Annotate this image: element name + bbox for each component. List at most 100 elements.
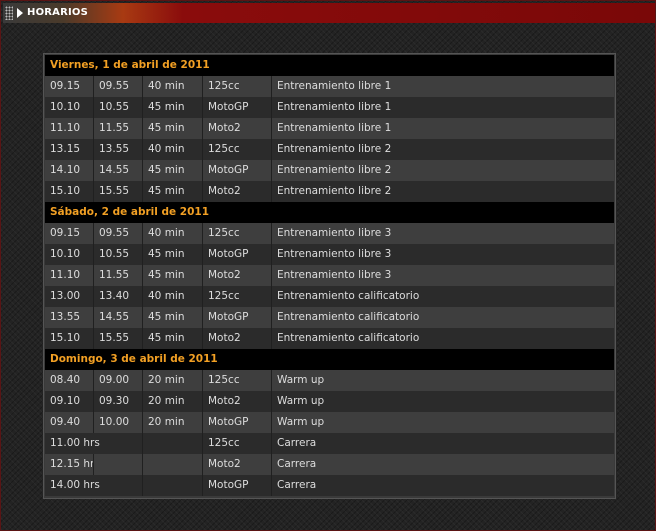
start-time-cell: 14.00 hrs [45,475,143,496]
session-cell: Warm up [277,395,325,407]
category-cell: Moto2 [203,265,272,286]
session-cell: Entrenamiento libre 1 [277,101,392,113]
end-time-cell [94,454,143,475]
duration-cell: 45 min [143,244,203,265]
duration-cell [143,475,203,496]
duration-cell [143,454,203,475]
schedule-panel: Viernes, 1 de abril de 2011 09.15 09.55 40 … [43,53,616,499]
session-cell: Entrenamiento calificatorio [277,311,420,323]
end-time-cell: 10.00 [94,412,143,433]
end-time-cell: 09.30 [94,391,143,412]
duration-cell: 20 min [143,412,203,433]
category-cell: Moto2 [203,118,272,139]
day-header: Domingo, 3 de abril de 2011 [45,349,614,370]
duration-cell: 40 min [143,286,203,307]
table-row: 10.10 10.55 45 min MotoGP Entrenamiento libr… [45,97,614,118]
table-row: 15.10 15.55 45 min Moto2 Entrenamiento calif… [45,328,614,349]
duration-cell: 45 min [143,328,203,349]
category-cell: 125cc [203,139,272,160]
table-row: 13.15 13.55 40 min 125cc Entrenamiento libre… [45,139,614,160]
table-row: 09.40 10.00 20 min MotoGP Warm up [45,412,614,433]
category-cell: MotoGP [203,412,272,433]
start-time-cell: 15.10 [45,181,94,202]
table-row: 11.10 11.55 45 min Moto2 Entrenamiento libre… [45,118,614,139]
duration-cell: 45 min [143,181,203,202]
category-cell: Moto2 [203,391,272,412]
session-cell: Entrenamiento libre 1 [277,122,392,134]
session-cell: Warm up [277,374,325,386]
session-cell: Entrenamiento calificatorio [277,290,420,302]
session-cell: Carrera [277,437,317,449]
start-time-cell: 09.10 [45,391,94,412]
start-time-cell: 10.10 [45,97,94,118]
table-row: 10.10 10.55 45 min MotoGP Entrenamiento libr… [45,244,614,265]
table-row: 09.15 09.55 40 min 125cc Entrenamiento libre… [45,76,614,97]
duration-cell: 45 min [143,307,203,328]
category-cell: 125cc [203,433,272,454]
end-time-cell: 11.55 [94,118,143,139]
collapse-arrow-icon[interactable] [17,8,23,18]
start-time-cell: 15.10 [45,328,94,349]
table-row: 12.15 hrs Moto2 Carrera [45,454,614,475]
end-time-cell: 11.55 [94,265,143,286]
schedule-window: HORARIOS Viernes, 1 de abril de 2011 09.1… [0,0,656,531]
duration-cell: 45 min [143,160,203,181]
title-bar: HORARIOS [3,3,655,23]
session-cell: Entrenamiento libre 2 [277,185,392,197]
session-cell: Entrenamiento calificatorio [277,332,420,344]
schedule-table: Viernes, 1 de abril de 2011 09.15 09.55 40 … [45,55,614,496]
category-cell: 125cc [203,286,272,307]
session-cell: Carrera [277,479,317,491]
table-row: 13.00 13.40 40 min 125cc Entrenamiento calif… [45,286,614,307]
category-cell: Moto2 [203,181,272,202]
table-row: 14.10 14.55 45 min MotoGP Entrenamiento libr… [45,160,614,181]
end-time-cell: 09.55 [94,76,143,97]
category-cell: 125cc [203,76,272,97]
start-time-cell: 13.00 [45,286,94,307]
end-time-cell: 15.55 [94,328,143,349]
end-time-cell: 15.55 [94,181,143,202]
drag-grip-icon[interactable] [5,6,13,20]
start-time-cell: 09.15 [45,223,94,244]
duration-cell: 45 min [143,97,203,118]
start-time-cell: 14.10 [45,160,94,181]
session-cell: Entrenamiento libre 3 [277,269,392,281]
day-header: Sábado, 2 de abril de 2011 [45,202,614,223]
table-row: 08.40 09.00 20 min 125cc Warm up [45,370,614,391]
table-row: 14.00 hrs MotoGP Carrera [45,475,614,496]
category-cell: MotoGP [203,307,272,328]
session-cell: Carrera [277,458,317,470]
end-time-cell: 14.55 [94,307,143,328]
table-row: 13.55 14.55 45 min MotoGP Entrenamiento cali… [45,307,614,328]
session-cell: Entrenamiento libre 1 [277,80,392,92]
session-cell: Entrenamiento libre 3 [277,248,392,260]
end-time-cell: 13.55 [94,139,143,160]
start-time-cell: 13.15 [45,139,94,160]
table-row: 15.10 15.55 45 min Moto2 Entrenamiento libre… [45,181,614,202]
start-time-cell: 10.10 [45,244,94,265]
duration-cell: 45 min [143,265,203,286]
category-cell: MotoGP [203,97,272,118]
start-time-cell: 09.15 [45,76,94,97]
duration-cell: 45 min [143,118,203,139]
duration-cell: 40 min [143,139,203,160]
table-row: 11.00 hrs 125cc Carrera [45,433,614,454]
category-cell: Moto2 [203,454,272,475]
table-row: 11.10 11.55 45 min Moto2 Entrenamiento libre… [45,265,614,286]
session-cell: Entrenamiento libre 2 [277,164,392,176]
category-cell: MotoGP [203,244,272,265]
category-cell: 125cc [203,370,272,391]
category-cell: 125cc [203,223,272,244]
session-cell: Entrenamiento libre 2 [277,143,392,155]
session-cell: Warm up [277,416,325,428]
start-time-cell: 11.10 [45,118,94,139]
duration-cell: 20 min [143,391,203,412]
end-time-cell: 09.00 [94,370,143,391]
start-time-cell: 09.40 [45,412,94,433]
category-cell: MotoGP [203,160,272,181]
start-time-cell: 08.40 [45,370,94,391]
end-time-cell: 13.40 [94,286,143,307]
session-cell: Entrenamiento libre 3 [277,227,392,239]
end-time-cell: 09.55 [94,223,143,244]
duration-cell: 20 min [143,370,203,391]
